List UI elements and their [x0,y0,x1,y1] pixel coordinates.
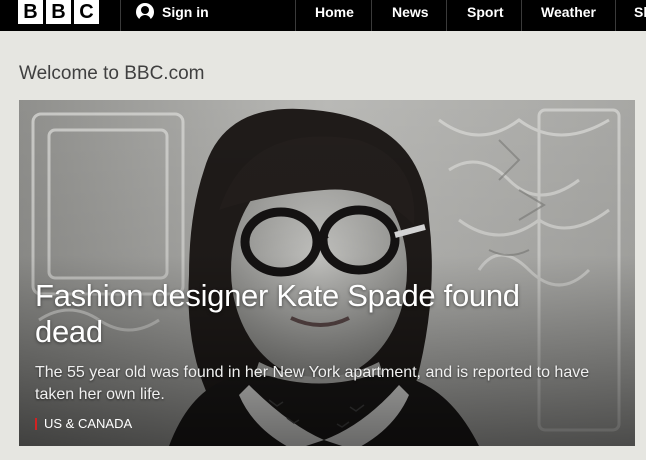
hero-headline[interactable]: Fashion designer Kate Spade found dead [35,278,595,350]
sign-in-label: Sign in [162,4,209,20]
logo-letter-b2: B [46,0,71,24]
nav-item-home[interactable]: Home [315,0,354,24]
top-navigation-bar: B B C Sign in Home News Sport Weather Sh [0,0,646,31]
section-tag-marker [35,417,37,430]
hero-story[interactable]: Fashion designer Kate Spade found dead T… [19,100,635,446]
logo-letter-b1: B [18,0,43,24]
bbc-logo[interactable]: B B C [18,0,99,24]
nav-item-weather[interactable]: Weather [541,0,596,24]
nav-divider [521,0,522,31]
nav-divider [446,0,447,31]
nav-divider [120,0,121,31]
nav-item-shop[interactable]: Sh [634,0,646,24]
nav-item-news[interactable]: News [392,0,429,24]
section-tag[interactable]: US & CANADA [35,416,132,431]
nav-divider [295,0,296,31]
sign-in-button[interactable]: Sign in [136,0,209,24]
logo-letter-c: C [74,0,99,24]
section-tag-label: US & CANADA [44,416,133,431]
nav-item-sport[interactable]: Sport [467,0,504,24]
user-icon [136,3,154,21]
page-title: Welcome to BBC.com [19,63,205,84]
nav-divider [371,0,372,31]
nav-divider [615,0,616,31]
hero-summary: The 55 year old was found in her New Yor… [35,364,590,403]
